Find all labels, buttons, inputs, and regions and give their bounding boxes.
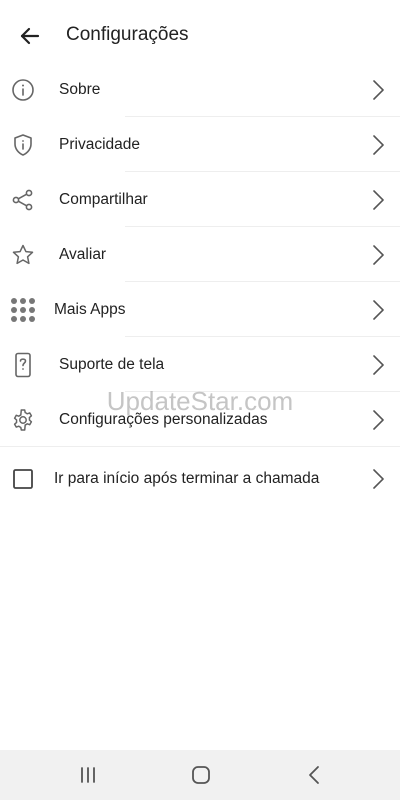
settings-item-compartilhar[interactable]: Compartilhar	[0, 172, 400, 227]
settings-item-sobre[interactable]: Sobre	[0, 62, 400, 117]
arrow-left-icon	[18, 24, 42, 48]
settings-item-suporte-de-tela[interactable]: Suporte de tela	[0, 337, 400, 392]
chevron-right-icon	[370, 244, 386, 266]
info-icon	[10, 77, 36, 103]
phone-help-icon	[10, 352, 36, 378]
home-button[interactable]	[181, 755, 221, 795]
settings-item-label: Configurações personalizadas	[59, 410, 268, 428]
share-icon	[10, 187, 36, 213]
settings-item-label: Avaliar	[59, 245, 107, 263]
settings-item-avaliar[interactable]: Avaliar	[0, 227, 400, 282]
star-icon	[10, 242, 36, 268]
grid-icon	[10, 297, 36, 323]
chevron-right-icon	[370, 134, 386, 156]
settings-item-label: Sobre	[59, 80, 101, 98]
back-button[interactable]	[14, 20, 46, 52]
back-icon	[307, 765, 321, 785]
settings-item-label: Mais Apps	[54, 300, 126, 318]
checkbox-icon[interactable]	[10, 466, 36, 492]
settings-item-ir-para-inicio[interactable]: Ir para início após terminar a chamada	[0, 447, 400, 511]
chevron-right-icon	[370, 299, 386, 321]
settings-item-label: Compartilhar	[59, 190, 148, 208]
settings-item-label: Privacidade	[59, 135, 140, 153]
chevron-right-icon	[370, 409, 386, 431]
settings-list: Sobre Privacidade Compartilhar Avaliar M…	[0, 62, 400, 511]
system-back-button[interactable]	[294, 755, 334, 795]
gear-icon	[10, 407, 36, 433]
settings-item-label: Ir para início após terminar a chamada	[54, 470, 320, 487]
settings-item-label: Suporte de tela	[59, 355, 165, 373]
settings-screen: Configurações Sobre Privacidade Comparti…	[0, 0, 400, 800]
settings-item-mais-apps[interactable]: Mais Apps	[0, 282, 400, 337]
chevron-right-icon	[370, 79, 386, 101]
recents-button[interactable]	[68, 755, 108, 795]
chevron-right-icon	[370, 189, 386, 211]
settings-item-configuracoes-personalizadas[interactable]: Configurações personalizadas	[0, 392, 400, 447]
shield-icon	[10, 132, 36, 158]
home-icon	[191, 765, 211, 785]
chevron-right-icon	[370, 468, 386, 490]
system-navigation-bar	[0, 750, 400, 800]
app-bar: Configurações	[0, 0, 400, 70]
recents-icon	[78, 766, 98, 784]
chevron-right-icon	[370, 354, 386, 376]
settings-item-privacidade[interactable]: Privacidade	[0, 117, 400, 172]
page-title: Configurações	[66, 24, 189, 45]
